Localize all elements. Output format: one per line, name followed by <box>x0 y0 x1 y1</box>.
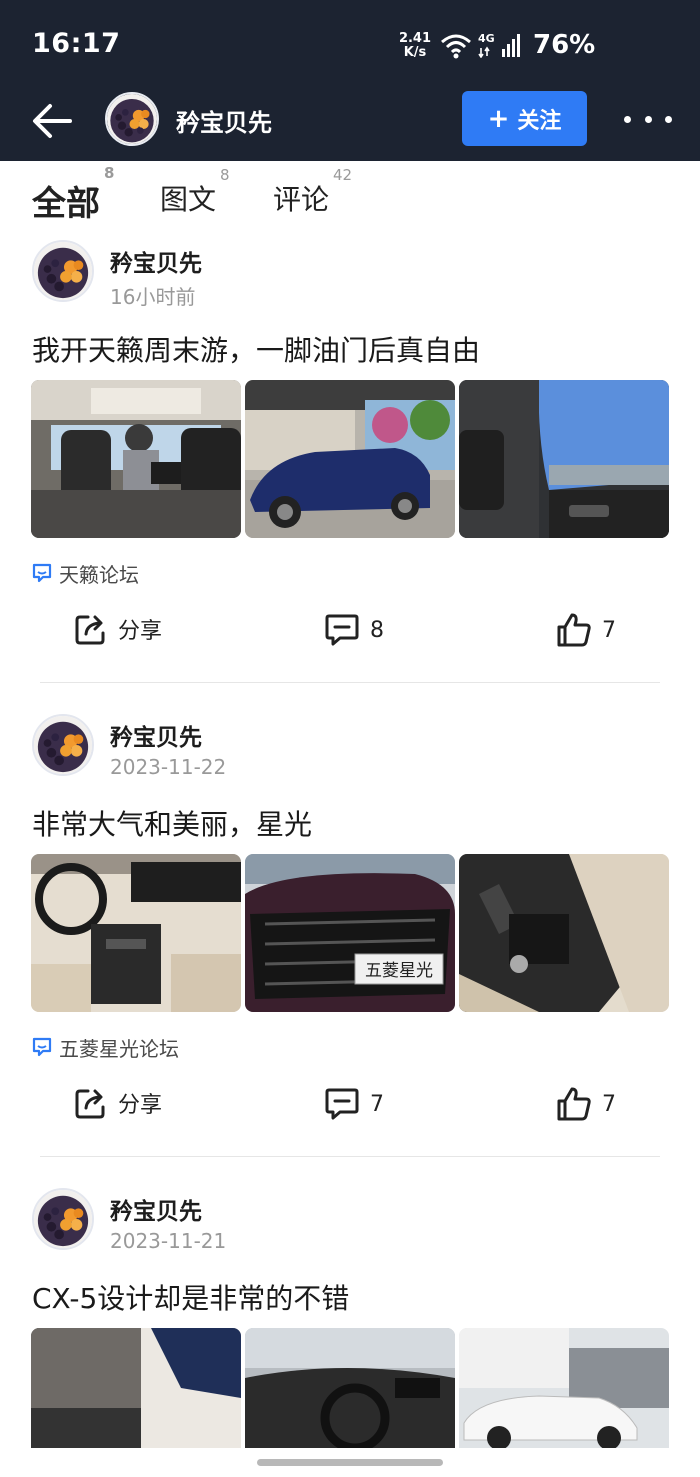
like-button[interactable]: 7 <box>556 612 616 648</box>
tab-comments[interactable]: 评论42 <box>273 166 352 218</box>
post-card[interactable]: 矜宝贝先 16小时前 我开天籁周末游，一脚油门后真自由 天籁论坛 分享 8 7 <box>0 240 700 684</box>
app-header: 16:17 2.41 K/s 4G 76% 矜宝贝先 + 关注 <box>0 0 700 161</box>
divider <box>40 682 660 683</box>
post-title[interactable]: CX-5设计却是非常的不错 <box>32 1277 349 1317</box>
avatar[interactable] <box>32 1188 94 1250</box>
post-title[interactable]: 非常大气和美丽，星光 <box>32 803 312 843</box>
post-photo[interactable] <box>459 1328 669 1448</box>
post-photo[interactable] <box>459 854 669 1012</box>
comment-button[interactable]: 7 <box>324 1086 384 1122</box>
post-author[interactable]: 矜宝贝先 <box>110 718 202 752</box>
post-card[interactable]: 矜宝贝先 2023-11-21 CX-5设计却是非常的不错 <box>0 1188 700 1477</box>
post-author[interactable]: 矜宝贝先 <box>110 1192 202 1226</box>
avatar[interactable] <box>105 92 159 146</box>
avatar[interactable] <box>32 240 94 302</box>
arrow-left-icon[interactable] <box>30 98 76 144</box>
forum-tag[interactable]: 天籁论坛 <box>31 560 139 587</box>
photo-grid: 五菱星光 <box>31 854 669 1012</box>
status-bar: 16:17 2.41 K/s 4G 76% <box>0 0 700 90</box>
post-actions: 分享 7 7 <box>0 1086 700 1126</box>
post-photo[interactable] <box>245 1328 455 1448</box>
divider <box>40 1156 660 1157</box>
tab-count: 42 <box>333 166 353 184</box>
more-dots-icon[interactable] <box>624 104 672 134</box>
share-icon <box>75 615 105 645</box>
post-time: 2023-11-21 <box>110 1229 227 1253</box>
post-photo[interactable] <box>31 1328 241 1448</box>
forum-name: 五菱星光论坛 <box>59 1036 179 1061</box>
share-icon <box>75 1089 105 1119</box>
tab-label: 图文 <box>160 183 217 216</box>
forum-icon <box>32 563 52 583</box>
share-button[interactable]: 分享 <box>74 1086 162 1120</box>
post-photo[interactable] <box>31 380 241 538</box>
post-time: 16小时前 <box>110 285 196 309</box>
nav-username: 矜宝贝先 <box>176 109 272 137</box>
follow-button[interactable]: + 关注 <box>462 91 587 146</box>
nav-bar: 矜宝贝先 + 关注 <box>0 90 700 161</box>
net-speed-unit: K/s <box>403 45 427 60</box>
like-button[interactable]: 7 <box>556 1086 616 1122</box>
share-label: 分享 <box>118 1093 163 1118</box>
comment-button[interactable]: 8 <box>324 612 384 648</box>
tab-label: 全部 <box>32 184 100 224</box>
tab-bar: 全部8 图文8 评论42 <box>0 162 700 232</box>
home-indicator[interactable] <box>257 1459 443 1466</box>
net-speed-value: 2.41 <box>398 31 432 46</box>
share-button[interactable]: 分享 <box>74 612 162 646</box>
tab-count: 8 <box>104 164 115 182</box>
thumbs-up-icon <box>557 613 591 647</box>
tab-count: 8 <box>220 166 230 184</box>
post-card[interactable]: 矜宝贝先 2023-11-22 非常大气和美丽，星光 五菱星光 五菱星光论坛 分… <box>0 714 700 1158</box>
tab-all[interactable]: 全部8 <box>32 164 114 225</box>
photo-grid <box>31 380 669 538</box>
post-photo[interactable] <box>31 854 241 1012</box>
post-photo[interactable] <box>459 380 669 538</box>
plus-icon: + <box>487 103 510 134</box>
license-plate-text: 五菱星光 <box>365 961 433 981</box>
follow-label: 关注 <box>517 108 562 134</box>
status-time: 16:17 <box>32 28 121 59</box>
photo-grid <box>31 1328 669 1448</box>
like-count: 7 <box>602 617 616 643</box>
forum-tag[interactable]: 五菱星光论坛 <box>31 1034 179 1061</box>
forum-name: 天籁论坛 <box>59 562 139 587</box>
post-photo[interactable] <box>245 380 455 538</box>
post-actions: 分享 8 7 <box>0 612 700 652</box>
tab-label: 评论 <box>273 183 330 216</box>
comment-icon <box>325 1088 359 1120</box>
net-speed: 2.41 K/s <box>398 32 432 60</box>
comment-icon <box>325 614 359 646</box>
wifi-icon <box>441 34 471 59</box>
avatar[interactable] <box>32 714 94 776</box>
tab-image-text[interactable]: 图文8 <box>160 166 230 218</box>
share-label: 分享 <box>118 619 163 644</box>
thumbs-up-icon <box>557 1087 591 1121</box>
forum-icon <box>32 1037 52 1057</box>
battery-level: 76% <box>533 30 596 60</box>
post-time: 2023-11-22 <box>110 755 227 779</box>
comment-count: 7 <box>370 1091 384 1117</box>
post-author[interactable]: 矜宝贝先 <box>110 244 202 278</box>
post-title[interactable]: 我开天籁周末游，一脚油门后真自由 <box>32 329 480 369</box>
like-count: 7 <box>602 1091 616 1117</box>
post-photo[interactable]: 五菱星光 <box>245 854 455 1012</box>
comment-count: 8 <box>370 617 384 643</box>
